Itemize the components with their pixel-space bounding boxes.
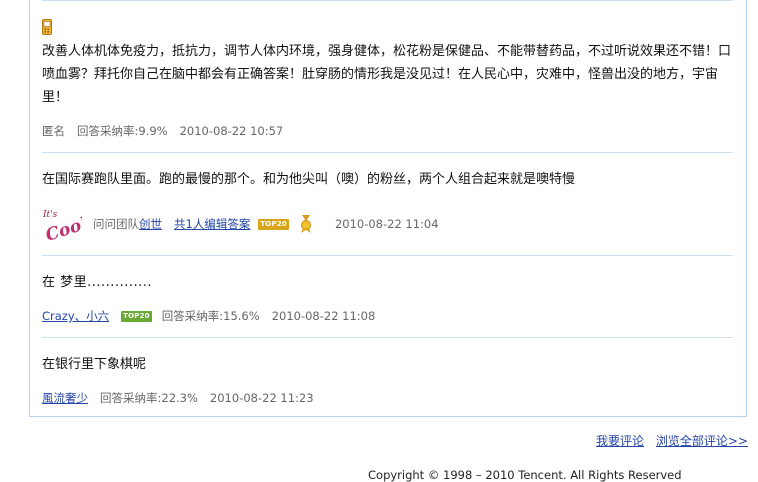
avatar-text-its: It's	[42, 210, 58, 220]
author-link[interactable]: Crazy、小六	[42, 308, 109, 324]
divider	[42, 337, 733, 338]
answer-time: 2010-08-22 11:23	[209, 391, 314, 405]
adoption-rate: 回答采纳率:9.9%	[77, 124, 168, 138]
top20-badge: TOP20	[258, 218, 289, 230]
edit-answer-link[interactable]: 共1人编辑答案	[174, 216, 250, 232]
footer-links: 我要评论 浏览全部评论>>	[588, 432, 748, 449]
view-all-comments-link[interactable]: 浏览全部评论>>	[656, 434, 748, 448]
answer-text: 改善人体机体免疫力，抵抗力，调节人体内环境，强身健体，松花粉是保健品、不能带替药…	[42, 44, 732, 105]
author-link[interactable]: 创世	[139, 216, 162, 232]
answer-text: 在国际赛跑队里面。跑的最慢的那个。和为他尖叫（噢）的粉丝，两个人组合起来就是噢特…	[42, 172, 576, 187]
answer-meta: Crazy、小六 TOP20 回答采纳率:15.6% 2010-08-22 11…	[42, 308, 375, 324]
answer-time: 2010-08-22 11:04	[334, 217, 439, 231]
author-link[interactable]: 風流奢少	[42, 390, 88, 406]
comment-link[interactable]: 我要评论	[596, 434, 644, 448]
divider	[42, 255, 733, 256]
adoption-rate: 回答采纳率:22.3%	[100, 391, 198, 405]
answer-author: 匿名	[42, 124, 65, 138]
answer-meta: 问问团队 创世 共1人编辑答案 TOP20 2010-08-22 11:04	[93, 215, 439, 233]
answer-meta: 匿名 回答采纳率:9.9% 2010-08-22 10:57	[42, 123, 283, 139]
answer-text: 在 梦里..............	[42, 275, 152, 290]
top20-badge: TOP20	[121, 310, 152, 322]
mobile-phone-icon	[42, 19, 52, 35]
user-avatar[interactable]: It's Cool!	[42, 205, 82, 243]
answer-meta: 風流奢少 回答采纳率:22.3% 2010-08-22 11:23	[42, 390, 314, 406]
adoption-rate: 回答采纳率:15.6%	[161, 309, 260, 323]
divider	[42, 152, 733, 153]
answer-time: 2010-08-22 11:08	[271, 309, 376, 323]
team-label: 问问团队	[93, 217, 139, 231]
divider	[42, 0, 733, 1]
answer-text: 在银行里下象棋呢	[42, 357, 147, 372]
medal-icon	[300, 215, 311, 233]
answer-time: 2010-08-22 10:57	[179, 124, 284, 138]
